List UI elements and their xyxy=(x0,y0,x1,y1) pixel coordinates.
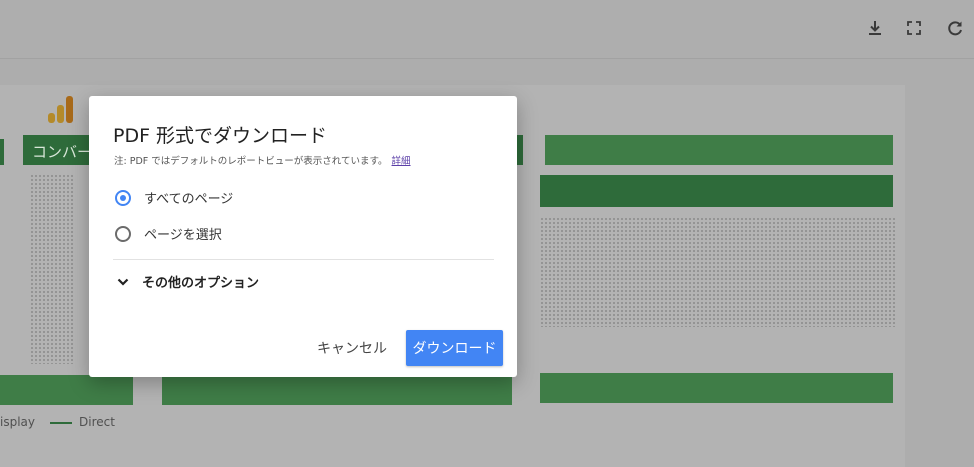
option-select-pages-label: ページを選択 xyxy=(144,228,222,243)
option-all-pages-label: すべてのページ xyxy=(144,192,234,207)
dialog-note: 注: PDF ではデフォルトのレポートビューが表示されています。 詳細 xyxy=(114,153,411,167)
legend-item-display: isplay xyxy=(0,415,35,429)
report-toolbar xyxy=(0,0,974,59)
legend-swatch xyxy=(50,422,72,424)
fullscreen-icon[interactable] xyxy=(903,17,925,39)
section-label: コンバー xyxy=(32,143,93,161)
dialog-divider xyxy=(113,259,494,260)
note-text: 注: PDF ではデフォルトのレポートビューが表示されています。 xyxy=(114,156,388,167)
table-noise xyxy=(540,217,895,327)
download-icon[interactable] xyxy=(864,17,886,39)
refresh-icon[interactable] xyxy=(944,17,966,39)
analytics-logo-bar xyxy=(66,96,73,123)
radio-all-pages[interactable] xyxy=(115,189,131,206)
middle-footer-bar xyxy=(162,375,512,405)
cancel-button[interactable]: キャンセル xyxy=(311,331,393,365)
right-subheader-bar xyxy=(540,175,893,207)
left-footer-bar xyxy=(0,375,133,405)
right-footer-bar xyxy=(540,373,893,403)
noise-texture xyxy=(30,174,75,364)
right-header-bar xyxy=(545,135,893,165)
download-button[interactable]: ダウンロード xyxy=(406,330,503,366)
analytics-logo-bar xyxy=(57,105,64,123)
option-all-pages[interactable]: すべてのページ xyxy=(115,188,233,207)
analytics-logo-icon xyxy=(48,113,55,123)
more-options-label: その他のオプション xyxy=(142,276,260,291)
more-options-toggle[interactable]: その他のオプション xyxy=(116,272,259,291)
option-select-pages[interactable]: ページを選択 xyxy=(115,224,222,243)
left-header-bar xyxy=(0,139,4,165)
legend-item-direct: Direct xyxy=(79,415,115,429)
chevron-down-icon xyxy=(117,278,129,286)
details-link[interactable]: 詳細 xyxy=(392,156,411,167)
radio-select-pages[interactable] xyxy=(115,225,131,242)
pdf-download-dialog: PDF 形式でダウンロード 注: PDF ではデフォルトのレポートビューが表示さ… xyxy=(89,96,517,377)
dialog-title: PDF 形式でダウンロード xyxy=(113,125,328,147)
